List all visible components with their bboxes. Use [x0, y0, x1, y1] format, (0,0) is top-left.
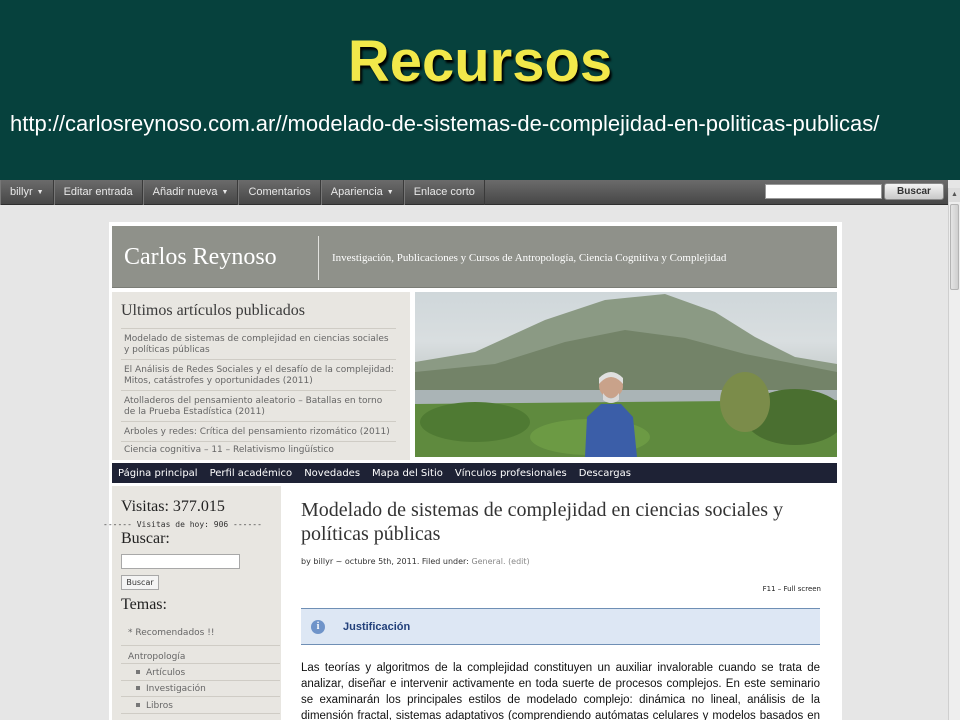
subcategory-item[interactable]: Libros	[136, 701, 173, 711]
recent-articles: Ultimos artículos publicados Modelado de…	[112, 292, 410, 460]
admin-menu-label: Comentarios	[248, 186, 311, 198]
sidebar-rule	[121, 663, 280, 664]
recent-item[interactable]: Ciencia cognitiva – 11 – Relativismo lin…	[124, 445, 394, 456]
post: Modelado de sistemas de complejidad en c…	[301, 498, 821, 720]
recent-item[interactable]: El Análisis de Redes Sociales y el desaf…	[124, 365, 394, 387]
admin-menu-label: Editar entrada	[63, 186, 133, 198]
scroll-thumb[interactable]	[950, 204, 959, 290]
post-meta: by billyr ~ octubre 5th, 2011. Filed und…	[301, 557, 530, 566]
nav-item[interactable]: Novedades	[298, 468, 366, 479]
subcategory-item[interactable]: Investigación	[136, 684, 206, 694]
slide-url: http://carlosreynoso.com.ar//modelado-de…	[10, 111, 880, 136]
admin-menu-item[interactable]: Añadir nueva ▼	[142, 180, 239, 205]
admin-menu-item[interactable]: Enlace corto	[403, 180, 485, 205]
subcategory-label: Investigación	[146, 684, 206, 694]
nav-item[interactable]: Mapa del Sitio	[366, 468, 449, 479]
subcategory-label: Artículos	[146, 668, 186, 678]
header-photo-scene	[415, 294, 837, 457]
topics-heading: Temas:	[121, 596, 167, 613]
info-icon: i	[311, 620, 325, 634]
category-antropologia[interactable]: Antropología	[128, 652, 185, 662]
nav-item[interactable]: Página principal	[112, 468, 204, 479]
recent-heading: Ultimos artículos publicados	[121, 302, 305, 319]
sidebar-rule	[121, 696, 280, 697]
admin-menu-label: Apariencia	[330, 186, 383, 198]
fullscreen-hint: F11 – Full screen	[762, 585, 821, 593]
sidebar-search-button[interactable]: Buscar	[121, 575, 159, 590]
bullet-square-icon	[136, 670, 140, 674]
site-tagline: Investigación, Publicaciones y Cursos de…	[332, 252, 727, 264]
subcategory-label: Libros	[146, 701, 173, 711]
visits-today: ------ Visitas de hoy: 906 ------	[103, 520, 262, 529]
admin-menu-item[interactable]: Editar entrada	[53, 180, 143, 205]
blog-page: Carlos Reynoso Investigación, Publicacio…	[103, 222, 842, 720]
justificacion-box: i Justificación	[301, 608, 820, 645]
bullet-square-icon	[136, 703, 140, 707]
scroll-up-icon[interactable]: ▲	[949, 188, 960, 202]
banner-divider	[318, 236, 319, 280]
admin-bar: billyr ▼ Editar entrada Añadir nueva ▼ Coment…	[0, 180, 948, 205]
recent-rule	[121, 390, 396, 391]
sidebar-rule	[121, 713, 280, 714]
sidebar-rule	[121, 680, 280, 681]
justificacion-label: Justificación	[343, 621, 411, 633]
slide-title: Recursos	[347, 29, 613, 94]
admin-search-button[interactable]: Buscar	[884, 183, 944, 200]
caret-down-icon: ▼	[221, 189, 229, 196]
header-photo	[415, 292, 837, 457]
admin-menu-item[interactable]: billyr ▼	[0, 180, 54, 205]
site-name[interactable]: Carlos Reynoso	[124, 244, 277, 271]
browser-screenshot: billyr ▼ Editar entrada Añadir nueva ▼ Coment…	[0, 180, 960, 720]
admin-menu-label: Enlace corto	[413, 186, 475, 198]
recent-item[interactable]: Arboles y redes: Crítica del pensamiento…	[124, 427, 394, 438]
visits-counter: Visitas: 377.015	[121, 498, 225, 515]
recent-rule	[121, 359, 396, 360]
admin-search-input[interactable]	[765, 184, 882, 199]
post-edit-link[interactable]: (edit)	[508, 557, 530, 566]
sidebar-search-input[interactable]	[121, 554, 240, 569]
recent-item[interactable]: Atolladeros del pensamiento aleatorio – …	[124, 396, 394, 418]
nav-item[interactable]: Vínculos profesionales	[449, 468, 573, 479]
caret-down-icon: ▼	[386, 189, 394, 196]
admin-menu-label: billyr	[10, 186, 33, 198]
vertical-scrollbar[interactable]: ▲	[948, 188, 960, 720]
search-heading: Buscar:	[121, 530, 170, 547]
bullet-square-icon	[136, 686, 140, 690]
sidebar-rule	[121, 645, 280, 646]
post-category-link[interactable]: General.	[471, 557, 505, 566]
recent-item[interactable]: Modelado de sistemas de complejidad en c…	[124, 334, 394, 356]
recent-rule	[121, 421, 396, 422]
recent-rule	[121, 328, 396, 329]
post-title[interactable]: Modelado de sistemas de complejidad en c…	[301, 498, 801, 546]
recent-rule	[121, 441, 396, 442]
site-banner: Carlos Reynoso Investigación, Publicacio…	[112, 226, 837, 288]
caret-down-icon: ▼	[36, 189, 44, 196]
recommended-link[interactable]: * Recomendados !!	[128, 628, 214, 638]
post-body: Las teorías y algoritmos de la complejid…	[301, 662, 820, 720]
post-meta-by: by billyr ~ octubre 5th, 2011. Filed und…	[301, 557, 469, 566]
admin-menu: billyr ▼ Editar entrada Añadir nueva ▼ Coment…	[0, 180, 485, 205]
sidebar: Visitas: 377.015 ------ Visitas de hoy: …	[103, 486, 281, 720]
admin-menu-label: Añadir nueva	[152, 186, 218, 198]
subcategory-item[interactable]: Artículos	[136, 668, 185, 678]
main-nav: Página principal Perfil académico Novedade…	[112, 463, 837, 483]
nav-item[interactable]: Descargas	[573, 468, 637, 479]
nav-item[interactable]: Perfil académico	[204, 468, 299, 479]
admin-menu-item[interactable]: Comentarios	[238, 180, 321, 205]
admin-menu-item[interactable]: Apariencia ▼	[320, 180, 404, 205]
